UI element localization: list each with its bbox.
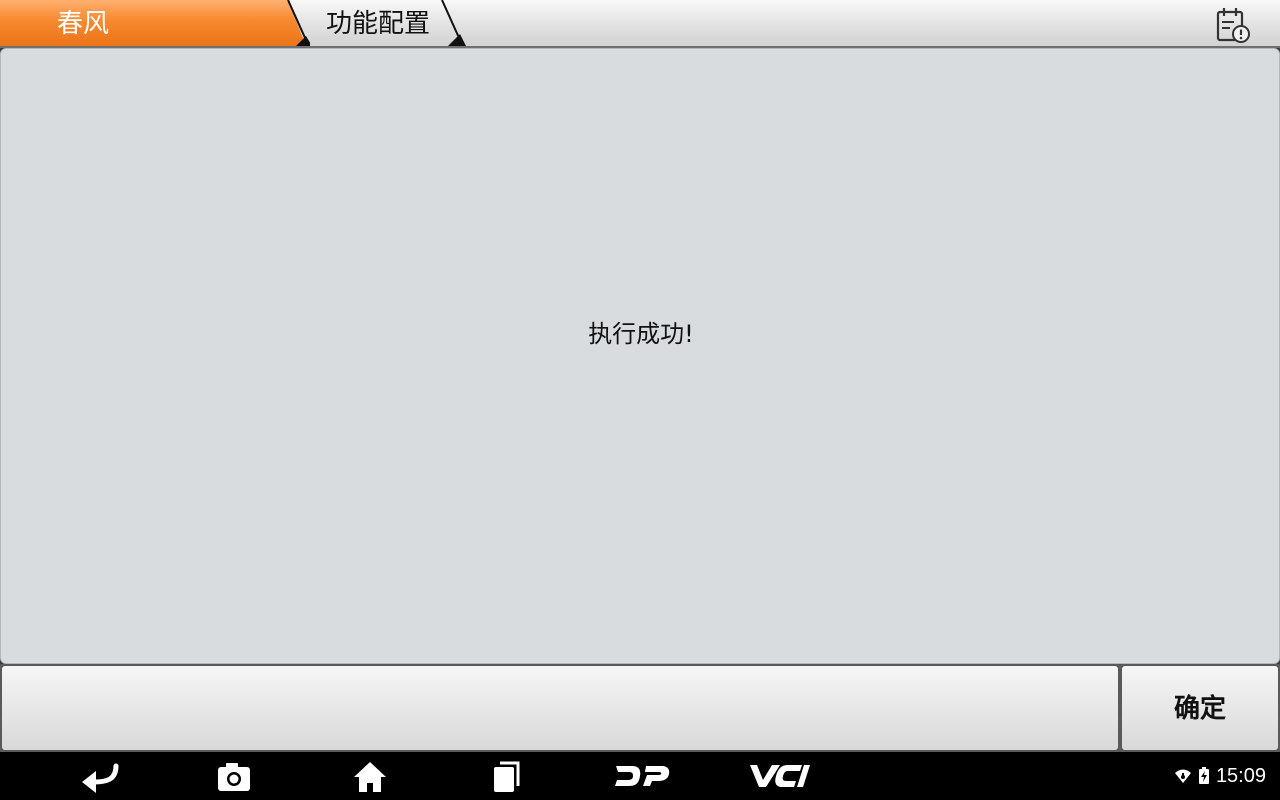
action-bar-empty-area <box>2 666 1118 750</box>
action-bar: 确定 <box>0 664 1280 752</box>
home-icon[interactable] <box>348 758 392 794</box>
breadcrumb-label-function-config: 功能配置 <box>326 9 431 39</box>
wifi-icon <box>1174 769 1191 783</box>
breadcrumb-label-brand: 春风 <box>56 9 109 39</box>
result-message: 执行成功! <box>588 320 694 348</box>
battery-icon <box>1198 767 1209 784</box>
recent-apps-icon[interactable] <box>484 758 528 794</box>
content-panel: 执行成功! <box>0 48 1280 664</box>
status-time: 15:09 <box>1215 764 1266 787</box>
top-bar: 春风 功能配置 <box>0 0 1280 48</box>
dp-icon[interactable] <box>612 758 672 794</box>
screen: 春风 功能配置 执行成功! 确定 15:09 <box>0 0 1280 800</box>
breadcrumb-item-function-config[interactable]: 功能配置 <box>288 0 468 46</box>
status-area: 15:09 <box>1174 752 1266 800</box>
back-icon[interactable] <box>78 758 122 794</box>
screenshot-icon[interactable] <box>212 758 256 794</box>
system-nav-bar: 15:09 <box>0 752 1280 800</box>
vci-icon[interactable] <box>746 758 812 794</box>
breadcrumb-item-brand[interactable]: 春风 <box>0 0 310 46</box>
report-icon[interactable] <box>1212 5 1252 45</box>
confirm-button[interactable]: 确定 <box>1122 666 1278 750</box>
